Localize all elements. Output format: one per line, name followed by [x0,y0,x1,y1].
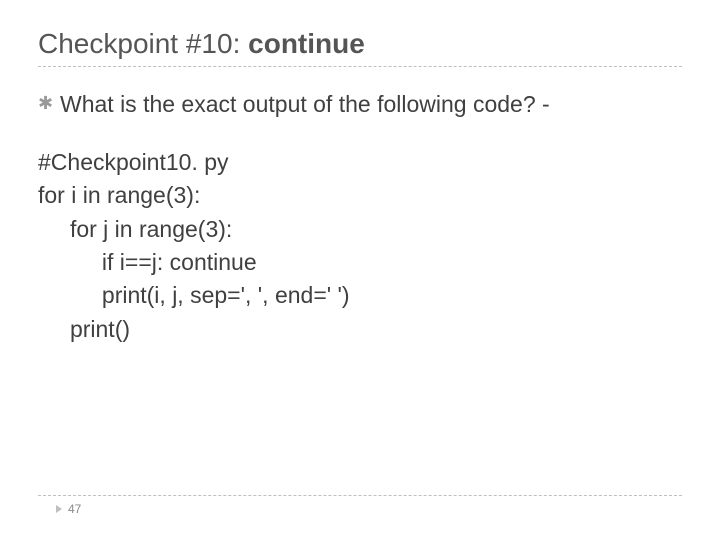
bullet-text: What is the exact output of the followin… [60,89,550,120]
footer-divider [38,495,682,496]
bullet-item: ✱ What is the exact output of the follow… [38,89,682,120]
code-block: #Checkpoint10. py for i in range(3): for… [38,146,682,346]
page-number: 47 [68,502,81,516]
slide-footer: 47 [38,495,682,516]
title-divider [38,66,682,67]
page-indicator: 47 [38,502,682,516]
triangle-right-icon [56,505,62,513]
code-line: for j in range(3): [38,216,232,242]
slide: Checkpoint #10: continue ✱ What is the e… [0,0,720,540]
title-prefix: Checkpoint #10: [38,28,248,59]
code-line: #Checkpoint10. py [38,149,229,175]
code-line: print(i, j, sep=', ', end=' ') [38,282,350,308]
code-line: print() [38,316,130,342]
code-line: if i==j: continue [38,249,257,275]
bullet-icon: ✱ [38,89,60,117]
slide-title: Checkpoint #10: continue [38,28,682,60]
code-line: for i in range(3): [38,182,200,208]
title-keyword: continue [248,28,365,59]
